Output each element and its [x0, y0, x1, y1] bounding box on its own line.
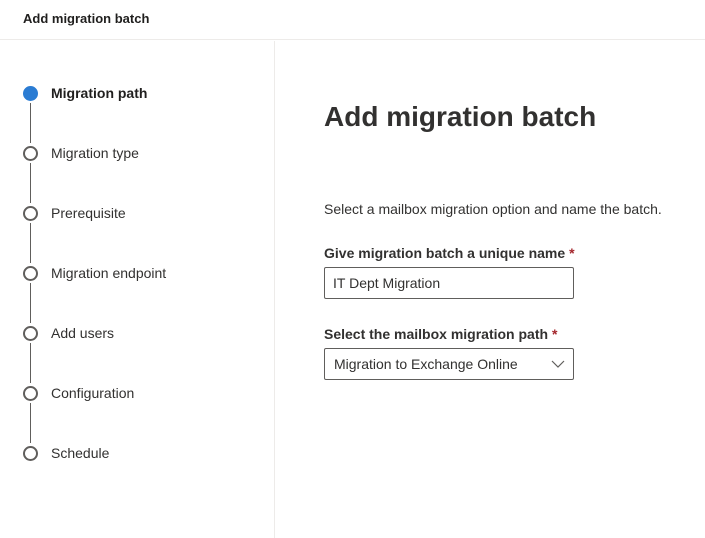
step-content: Add migration batch Select a mailbox mig…	[276, 41, 705, 538]
migration-path-dropdown[interactable]: Migration to Exchange Online	[324, 348, 574, 380]
batch-name-input[interactable]	[324, 267, 574, 299]
step-label: Configuration	[51, 385, 135, 401]
step-pending-indicator-icon	[23, 266, 38, 281]
step-add-users[interactable]: Add users	[23, 323, 263, 343]
chevron-down-icon	[551, 360, 565, 368]
batch-name-label-text: Give migration batch a unique name	[324, 245, 566, 261]
step-description: Select a mailbox migration option and na…	[324, 201, 662, 217]
migration-wizard: Add migration batch Migration path Migra…	[0, 0, 705, 538]
step-pending-indicator-icon	[23, 446, 38, 461]
step-pending-indicator-icon	[23, 206, 38, 221]
step-connector	[30, 163, 31, 203]
dropdown-selected-value: Migration to Exchange Online	[334, 356, 518, 372]
step-current-indicator-icon	[23, 86, 38, 101]
step-connector	[30, 403, 31, 443]
panel-header: Add migration batch	[0, 0, 705, 40]
step-pending-indicator-icon	[23, 146, 38, 161]
wizard-steps-nav: Migration path Migration type Prerequisi…	[0, 41, 275, 538]
migration-path-label: Select the mailbox migration path *	[324, 326, 557, 342]
step-connector	[30, 223, 31, 263]
step-label: Add users	[51, 325, 115, 341]
step-configuration[interactable]: Configuration	[23, 383, 263, 403]
step-connector	[30, 283, 31, 323]
step-label: Migration endpoint	[51, 265, 167, 281]
panel-title: Add migration batch	[23, 11, 150, 26]
step-label: Migration type	[51, 145, 139, 161]
step-schedule[interactable]: Schedule	[23, 443, 263, 463]
step-pending-indicator-icon	[23, 386, 38, 401]
page-title: Add migration batch	[324, 101, 597, 132]
step-prerequisite[interactable]: Prerequisite	[23, 203, 263, 223]
required-marker: *	[551, 326, 558, 342]
step-label: Schedule	[51, 445, 110, 461]
step-migration-endpoint[interactable]: Migration endpoint	[23, 263, 263, 283]
step-pending-indicator-icon	[23, 326, 38, 341]
step-connector	[30, 103, 31, 143]
step-migration-type[interactable]: Migration type	[23, 143, 263, 163]
migration-path-label-text: Select the mailbox migration path	[324, 326, 549, 342]
step-migration-path[interactable]: Migration path	[23, 83, 263, 103]
batch-name-label: Give migration batch a unique name *	[324, 245, 575, 261]
step-label: Prerequisite	[51, 205, 126, 221]
required-marker: *	[569, 245, 575, 261]
step-connector	[30, 343, 31, 383]
step-label: Migration path	[51, 85, 148, 101]
